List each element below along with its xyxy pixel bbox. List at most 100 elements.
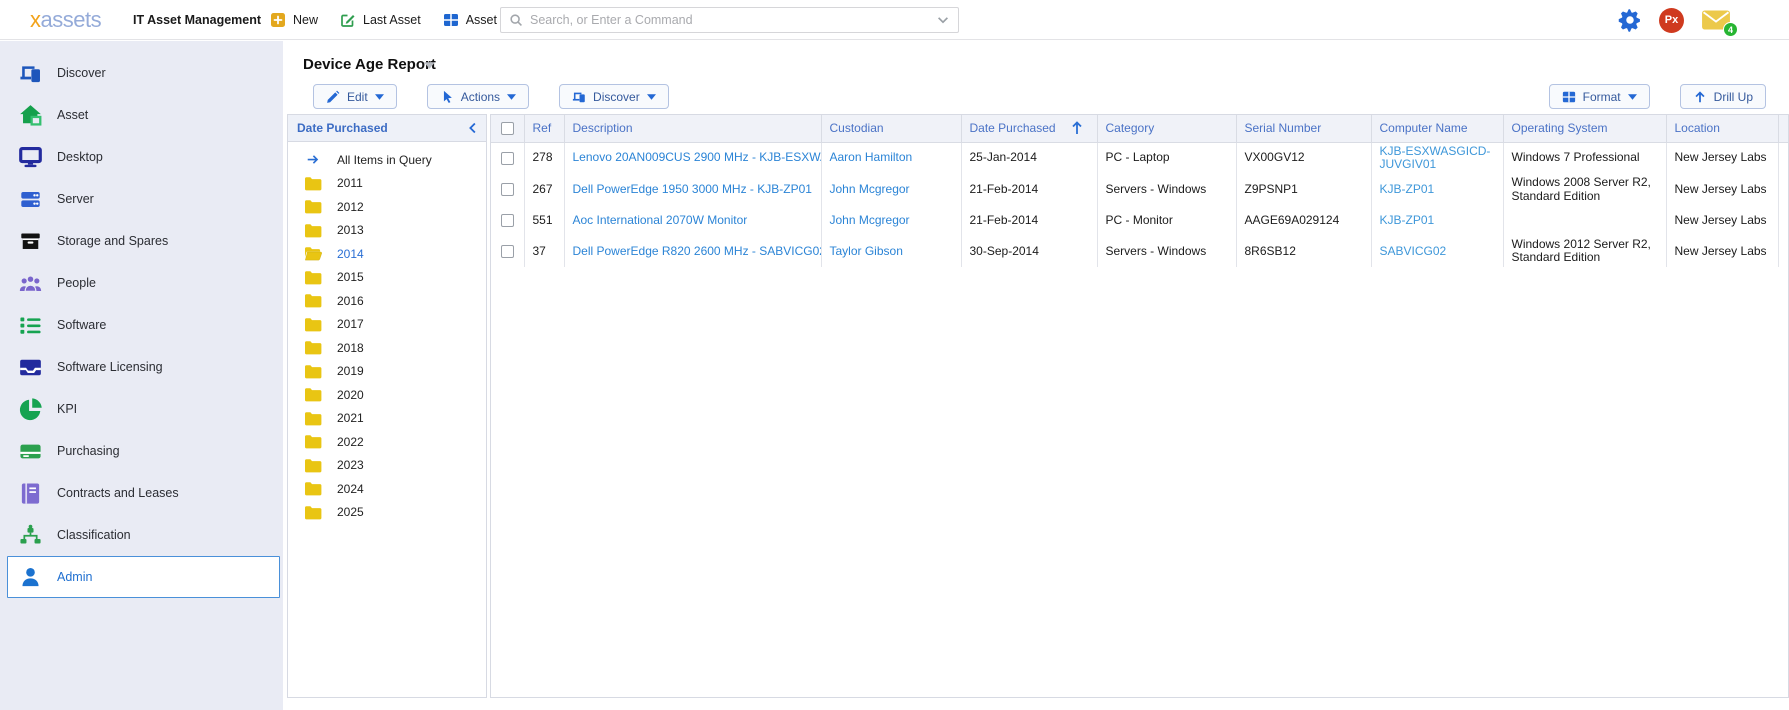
tree-item-year-2025[interactable]: 2025	[288, 501, 486, 525]
column-header-custodian[interactable]: Custodian	[821, 115, 961, 142]
discover-button[interactable]: Discover	[559, 84, 669, 109]
collapse-panel-chevron-icon[interactable]	[467, 122, 479, 134]
cell-computer-name: SABVICG02	[1371, 236, 1503, 268]
title-dropdown-caret-icon[interactable]	[424, 62, 435, 69]
tree-item-year-2019[interactable]: 2019	[288, 360, 486, 384]
tree-item-year-2014[interactable]: 2014	[288, 242, 486, 266]
sidebar-item-people[interactable]: People	[0, 262, 283, 304]
column-header-label: Ref	[533, 121, 552, 135]
chevron-down-icon	[647, 94, 656, 100]
drill-up-button[interactable]: Drill Up	[1680, 84, 1766, 109]
tree-item-year-2022[interactable]: 2022	[288, 430, 486, 454]
folder-icon	[304, 176, 322, 191]
custodian-link[interactable]: John Mcgregor	[830, 213, 910, 227]
spacer-cell	[1778, 236, 1789, 268]
chevron-down-icon	[507, 94, 516, 100]
tree-item-year-2017[interactable]: 2017	[288, 313, 486, 337]
person-icon	[19, 566, 42, 589]
tree-item-label: 2016	[337, 294, 364, 308]
folder-icon	[304, 458, 322, 473]
cell-custodian: John Mcgregor	[821, 174, 961, 206]
row-checkbox[interactable]	[501, 152, 514, 165]
custodian-link[interactable]: Taylor Gibson	[830, 244, 903, 258]
column-header-category[interactable]: Category	[1097, 115, 1236, 142]
select-all-checkbox[interactable]	[501, 122, 514, 135]
computer-name-link[interactable]: KJB-ZP01	[1380, 182, 1435, 196]
sidebar-item-contracts-and-leases[interactable]: Contracts and Leases	[0, 472, 283, 514]
folder-icon	[304, 411, 322, 426]
tree-item-year-2021[interactable]: 2021	[288, 407, 486, 431]
cell-ref: 278	[524, 142, 564, 174]
folder-icon	[304, 387, 322, 402]
column-header-location[interactable]: Location	[1666, 115, 1778, 142]
sidebar-item-storage-and-spares[interactable]: Storage and Spares	[0, 220, 283, 262]
chevron-down-icon	[1628, 94, 1637, 100]
chevron-down-icon	[375, 94, 384, 100]
sidebar-item-kpi[interactable]: KPI	[0, 388, 283, 430]
description-link[interactable]: Lenovo 20AN009CUS 2900 MHz - KJB-ESXWASG…	[573, 150, 822, 164]
cell-location: New Jersey Labs	[1666, 236, 1778, 268]
product-title: IT Asset Management	[133, 13, 261, 27]
description-link[interactable]: Dell PowerEdge 1950 3000 MHz - KJB-ZP01	[573, 182, 812, 196]
search-dropdown-chevron-icon[interactable]	[936, 13, 950, 27]
computer-name-link[interactable]: SABVICG02	[1380, 244, 1447, 258]
cell-date-purchased: 30-Sep-2014	[961, 236, 1097, 268]
settings-gear-icon[interactable]	[1618, 8, 1642, 32]
quick-action-new[interactable]: New	[270, 12, 318, 28]
column-header-serial-number[interactable]: Serial Number	[1236, 115, 1371, 142]
computer-name-link[interactable]: KJB-ESXWASGICD-JUVGIV01	[1380, 144, 1491, 172]
column-header-date-purchased[interactable]: Date Purchased	[961, 115, 1097, 142]
tree-item-label: 2015	[337, 270, 364, 284]
tree-item-year-2018[interactable]: 2018	[288, 336, 486, 360]
format-button[interactable]: Format	[1549, 84, 1650, 109]
cell-custodian: Taylor Gibson	[821, 236, 961, 268]
column-header-computer-name[interactable]: Computer Name	[1371, 115, 1503, 142]
edit-button[interactable]: Edit	[313, 84, 397, 109]
column-header-description[interactable]: Description	[564, 115, 821, 142]
description-link[interactable]: Dell PowerEdge R820 2600 MHz - SABVICG02	[573, 244, 822, 258]
devices-icon	[572, 90, 586, 104]
sidebar-item-software-licensing[interactable]: Software Licensing	[0, 346, 283, 388]
sidebar-item-admin[interactable]: Admin	[7, 556, 280, 598]
tree-item-year-2020[interactable]: 2020	[288, 383, 486, 407]
tree-item-year-2023[interactable]: 2023	[288, 454, 486, 478]
command-search[interactable]	[500, 7, 959, 33]
tree-item-year-2013[interactable]: 2013	[288, 219, 486, 243]
sidebar-item-discover[interactable]: Discover	[0, 52, 283, 94]
actions-button[interactable]: Actions	[427, 84, 529, 109]
messages-icon[interactable]: 4	[1701, 9, 1731, 31]
tree-item-year-2015[interactable]: 2015	[288, 266, 486, 290]
search-input[interactable]	[530, 13, 936, 27]
cell-location: New Jersey Labs	[1666, 174, 1778, 206]
custodian-link[interactable]: Aaron Hamilton	[830, 150, 913, 164]
user-avatar[interactable]: Px	[1659, 8, 1684, 33]
custodian-link[interactable]: John Mcgregor	[830, 182, 910, 196]
row-checkbox[interactable]	[501, 183, 514, 196]
sidebar-item-purchasing[interactable]: Purchasing	[0, 430, 283, 472]
folder-icon	[304, 364, 322, 379]
sidebar-item-server[interactable]: Server	[0, 178, 283, 220]
tree-item-year-2011[interactable]: 2011	[288, 172, 486, 196]
tree-item-year-2016[interactable]: 2016	[288, 289, 486, 313]
tree-item-all-items-in-query[interactable]: All Items in Query	[288, 148, 486, 172]
sidebar-item-software[interactable]: Software	[0, 304, 283, 346]
column-header-ref[interactable]: Ref	[524, 115, 564, 142]
sidebar-item-desktop[interactable]: Desktop	[0, 136, 283, 178]
sitemap-icon	[19, 524, 42, 547]
quick-action-last-asset[interactable]: Last Asset	[340, 12, 421, 28]
description-link[interactable]: Aoc International 2070W Monitor	[573, 213, 748, 227]
xassets-logo[interactable]: xassets	[30, 7, 101, 33]
sidebar-item-label: Contracts and Leases	[57, 486, 179, 500]
tree-item-year-2024[interactable]: 2024	[288, 477, 486, 501]
row-checkbox[interactable]	[501, 245, 514, 258]
sidebar-item-asset[interactable]: Asset	[0, 94, 283, 136]
folder-icon	[304, 481, 322, 496]
sidebar-item-classification[interactable]: Classification	[0, 514, 283, 556]
tree-item-year-2012[interactable]: 2012	[288, 195, 486, 219]
row-checkbox[interactable]	[501, 214, 514, 227]
computer-name-link[interactable]: KJB-ZP01	[1380, 213, 1435, 227]
tree-panel-header: Date Purchased	[288, 115, 486, 142]
cell-custodian: John Mcgregor	[821, 206, 961, 236]
column-header-operating-system[interactable]: Operating System	[1503, 115, 1666, 142]
column-header-label: Category	[1106, 121, 1155, 135]
